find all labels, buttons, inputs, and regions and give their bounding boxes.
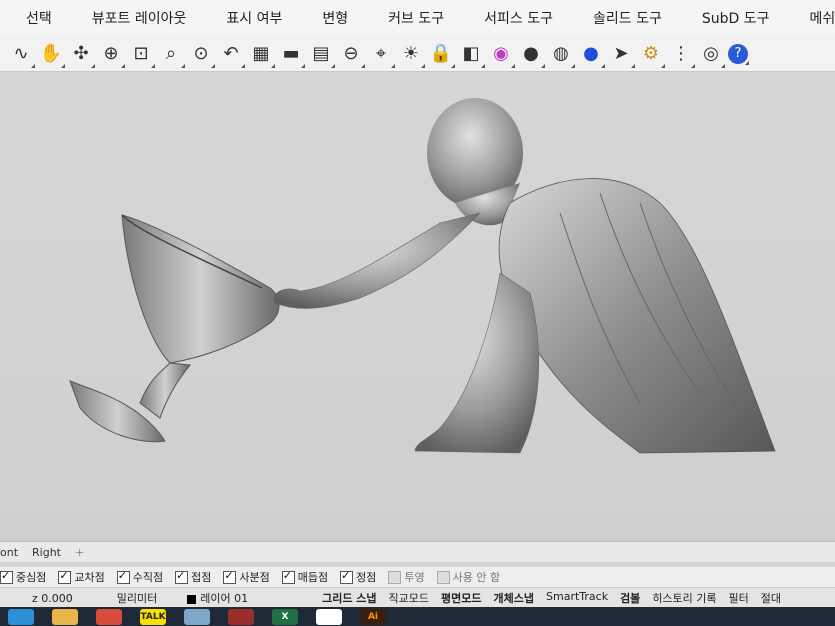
osnap-option[interactable]: 정점 — [340, 569, 376, 585]
osnap-label: 정점 — [356, 571, 377, 584]
current-layer[interactable]: 레이어 01 — [165, 590, 256, 606]
checkbox[interactable] — [340, 569, 354, 584]
osnap-label: 투영 — [404, 571, 425, 584]
app-icon[interactable] — [228, 608, 254, 625]
layer-color-swatch — [187, 594, 197, 604]
gear-icon[interactable]: ⚙ — [638, 41, 665, 68]
zoom-extents-icon[interactable]: ⌕ — [158, 41, 185, 68]
status-toggle-button[interactable]: 그리드 스냅 — [316, 590, 382, 606]
osnap-label: 수직점 — [132, 571, 164, 584]
undo-view-icon[interactable]: ↶ — [218, 41, 245, 68]
checkbox[interactable] — [436, 570, 450, 584]
menu-item[interactable]: 메쉬 도구 — [789, 8, 835, 28]
status-toggle-button[interactable]: 필터 — [723, 590, 755, 606]
cloud-icon[interactable] — [184, 608, 210, 625]
osnap-label: 매듭점 — [297, 571, 329, 584]
osnap-icon[interactable]: ⌖ — [368, 41, 395, 68]
globe-icon[interactable]: ◎ — [698, 41, 725, 68]
status-bar: z 0.000 밀리미터 레이어 01 그리드 스냅 직교모드 평면모드 개체스냅 Sm… — [0, 587, 835, 608]
viewport-3d[interactable] — [0, 73, 835, 541]
units-label[interactable]: 밀리미터 — [81, 590, 165, 606]
status-toggle-button[interactable]: 개체스냅 — [488, 590, 540, 606]
rotate-view-icon[interactable]: ✣ — [68, 41, 95, 68]
menu-bar: 선택 뷰포트 레이아웃 표시 여부 변형 커브 도구 서피스 도구 솔리드 도구 SubD 도… — [0, 0, 835, 37]
checkbox[interactable] — [281, 569, 295, 584]
viewport-tabs: ont Right + — [0, 541, 835, 562]
zoom-selected-icon[interactable]: ⊙ — [188, 41, 215, 68]
osnap-option[interactable]: 사분점 — [223, 569, 270, 585]
sphere-shaded-icon[interactable]: ● — [518, 41, 545, 68]
checkbox[interactable] — [175, 569, 189, 584]
osnap-option[interactable]: 중심점 — [0, 569, 46, 585]
car-icon[interactable]: ▬ — [278, 41, 305, 68]
status-toggle-button[interactable]: 절대 — [755, 590, 787, 606]
layers-icon[interactable]: ◧ — [458, 41, 485, 68]
sphere-wire-icon[interactable]: ◍ — [548, 41, 575, 68]
osnap-option[interactable]: 투영 — [388, 569, 425, 585]
osnap-option[interactable]: 매듭점 — [281, 569, 329, 585]
checkbox[interactable] — [0, 569, 13, 584]
four-viewports-icon[interactable]: ▦ — [248, 41, 275, 68]
pointer-icon[interactable]: ➤ — [608, 41, 635, 68]
osnap-label: 중심점 — [16, 571, 47, 584]
osnap-label: 접점 — [191, 571, 212, 584]
layer-name: 레이어 01 — [200, 592, 249, 605]
folder-icon[interactable] — [52, 608, 78, 625]
menu-item[interactable]: 변형 — [302, 8, 368, 28]
menu-item[interactable]: 서피스 도구 — [464, 8, 573, 28]
menu-item[interactable]: 커브 도구 — [368, 8, 464, 28]
curve-icon[interactable]: ∿ — [8, 41, 35, 68]
illustrator-icon[interactable]: Ai — [360, 608, 386, 625]
status-toggle-button[interactable]: SmartTrack — [540, 590, 614, 606]
status-toggle-button[interactable]: 직교모드 — [383, 590, 435, 606]
osnap-option[interactable]: 수직점 — [116, 569, 164, 585]
osnap-label: 사분점 — [239, 571, 270, 584]
zoom-window-icon[interactable]: ⊡ — [128, 41, 155, 68]
status-toggle-button[interactable]: 평면모드 — [435, 590, 487, 606]
excel-icon[interactable]: X — [272, 608, 298, 625]
checkbox[interactable] — [116, 569, 130, 584]
viewport-tab[interactable]: ont — [0, 546, 18, 559]
sphere-blue-icon[interactable]: ● — [578, 41, 605, 68]
light-bulb-icon[interactable]: ☀ — [398, 41, 425, 68]
menu-item[interactable]: 표시 여부 — [206, 8, 302, 28]
osnap-label: 교차점 — [74, 571, 105, 584]
menu-item[interactable]: SubD 도구 — [682, 8, 790, 28]
status-toggle-button[interactable]: 히스토리 기록 — [646, 590, 722, 606]
checkbox[interactable] — [388, 570, 402, 584]
main-toolbar: ∿ ✋ ✣ ⊕ ⊡ ⌕ ⊙ ↶ ▦ ▬ ▤ ⊖ ⌖ ☀ 🔒 ◧ ◉ ● ◍ ● ➤ ⚙ ⋮ ◎? — [0, 36, 835, 72]
osnap-bar: 중심점 교차점 수직점 접점 사분점 매듭점 정점 투영 사용 안 함 — [0, 567, 835, 587]
lock-icon[interactable]: 🔒 — [428, 41, 455, 68]
osnap-option[interactable]: 사용 안 함 — [436, 569, 501, 585]
osnap-option[interactable]: 접점 — [175, 569, 211, 585]
menu-item[interactable]: 뷰포트 레이아웃 — [72, 8, 207, 28]
add-viewport-tab-button[interactable]: + — [75, 546, 84, 559]
cplane-icon[interactable]: ⊖ — [338, 41, 365, 68]
osnap-label: 사용 안 함 — [452, 571, 501, 584]
checkbox[interactable] — [223, 569, 237, 584]
checkbox[interactable] — [58, 569, 72, 584]
rhino-icon[interactable] — [316, 608, 342, 625]
z-coordinate: z 0.000 — [32, 591, 73, 605]
zoom-icon[interactable]: ⊕ — [98, 41, 125, 68]
tree-icon[interactable]: ⋮ — [668, 41, 695, 68]
color-wheel-icon[interactable]: ◉ — [488, 41, 515, 68]
menu-item[interactable]: 선택 — [0, 8, 72, 28]
model-render — [69, 98, 776, 454]
help-icon[interactable]: ? — [728, 43, 749, 65]
status-toggle-button[interactable]: 검볼 — [614, 590, 646, 606]
figure-model — [273, 98, 776, 454]
pan-hand-icon[interactable]: ✋ — [38, 41, 65, 68]
edge-icon[interactable] — [8, 608, 34, 625]
windows-taskbar: TALK X Ai — [0, 607, 835, 626]
grid-plane-icon[interactable]: ▤ — [308, 41, 335, 68]
menu-item[interactable]: 솔리드 도구 — [573, 8, 682, 28]
viewport-tab[interactable]: Right — [32, 546, 61, 559]
chrome-icon[interactable] — [96, 608, 122, 625]
osnap-option[interactable]: 교차점 — [58, 569, 105, 585]
chalice-model — [69, 214, 280, 443]
kakaotalk-icon[interactable]: TALK — [140, 608, 166, 625]
